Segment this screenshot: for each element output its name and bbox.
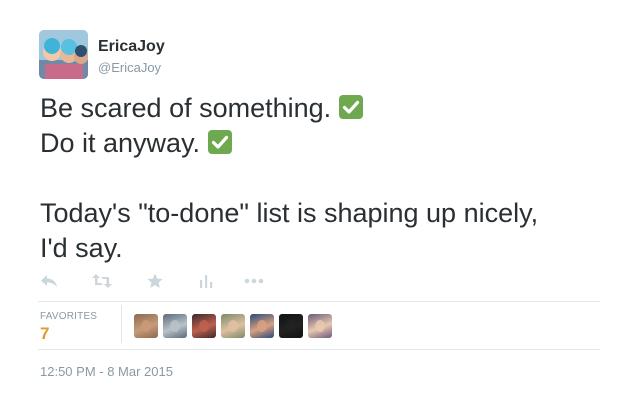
face-icon [141,320,151,332]
tweet-card: EricaJoy @EricaJoy Be scared of somethin… [0,0,637,414]
tweet-line: I'd say. [40,233,123,263]
face-icon [257,320,267,332]
favoriter-7-avatar[interactable] [308,314,332,338]
tweet-actions [38,271,298,291]
tweet-timestamp[interactable]: 12:50 PM - 8 Mar 2015 [40,364,173,379]
check-mark-icon [208,130,233,154]
reply-button[interactable] [38,271,60,291]
user-handle[interactable]: @EricaJoy [98,60,161,75]
favoriter-2-avatar[interactable] [163,314,187,338]
reply-icon [41,275,57,287]
retweet-button[interactable] [91,271,113,291]
retweet-icon [92,274,112,288]
stats-separator [121,305,122,343]
face-icon [228,320,238,332]
favorites-count[interactable]: 7 [40,324,49,344]
face-icon [199,320,209,332]
avatar[interactable] [39,30,88,79]
stats-button[interactable] [195,271,217,291]
favoriter-1-avatar[interactable] [134,314,158,338]
star-icon [147,273,163,288]
favoriter-5-avatar[interactable] [250,314,274,338]
tweet-line [40,161,620,196]
more-dots-icon [244,278,264,284]
tweet-text: Be scared of something. Do it anyway. To… [40,91,620,266]
favoriter-4-avatar[interactable] [221,314,245,338]
tweet-line: Today's "to-done" list is shaping up nic… [40,198,539,228]
bar-chart-icon [200,275,213,288]
tweet-line: Be scared of something. [40,91,620,126]
profile-photo-icon [39,30,88,79]
face-icon [286,320,296,332]
favorite-button[interactable] [144,271,166,291]
display-name[interactable]: EricaJoy [98,38,165,56]
favoriter-3-avatar[interactable] [192,314,216,338]
face-icon [315,320,325,332]
favoriter-6-avatar[interactable] [279,314,303,338]
favorites-label: FAVORITES [40,311,98,322]
divider [38,349,600,350]
more-button[interactable] [243,271,265,291]
divider [38,301,600,302]
tweet-line: Do it anyway. [40,126,620,161]
face-icon [170,320,180,332]
check-mark-icon [339,95,364,119]
